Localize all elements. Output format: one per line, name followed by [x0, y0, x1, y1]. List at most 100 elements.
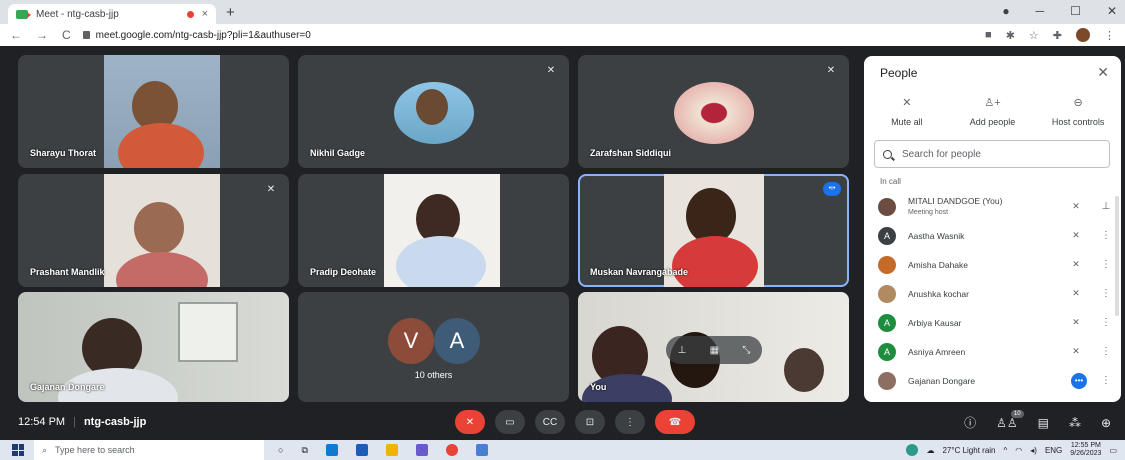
leave-call-button[interactable]: ☎ [655, 410, 695, 434]
people-search-input[interactable]: Search for people [874, 140, 1110, 168]
minimize-button[interactable]: ─ [1036, 4, 1045, 18]
camera-status-icon[interactable]: ■ [985, 29, 992, 41]
meeting-code: ntg-casb-jjp [83, 416, 147, 428]
reload-icon[interactable]: C [62, 28, 71, 42]
host-controls-icon[interactable]: ⊕ [1101, 416, 1111, 430]
windows-start-icon[interactable] [12, 444, 24, 456]
app-tray-icon[interactable] [906, 444, 919, 456]
mic-toggle-button[interactable]: ✕ [455, 410, 485, 434]
more-options-icon[interactable]: ⋮ [1101, 375, 1111, 386]
new-tab-button[interactable]: + [226, 4, 235, 21]
host-controls-button[interactable]: ⊖ Host controls [1038, 96, 1118, 127]
edge-icon[interactable] [325, 444, 338, 456]
camera-toggle-button[interactable]: ▭ [495, 410, 525, 434]
bookmark-star-icon[interactable]: ☆ [1029, 29, 1039, 42]
file-explorer-icon[interactable] [385, 444, 398, 456]
list-item[interactable]: A Asniya Amreen ✕ ⋮ [864, 337, 1121, 366]
add-people-button[interactable]: ♙+ Add people [952, 96, 1032, 127]
participant-tile[interactable]: Gajanan Dongare [18, 292, 289, 402]
chat-icon[interactable]: ▤ [1038, 416, 1049, 430]
tab-close-button[interactable]: × [202, 8, 208, 20]
tab-strip: Meet - ntg-casb-jjp × + ● ─ ☐ ✕ [0, 0, 1125, 24]
list-item[interactable]: A Aastha Wasnik ✕ ⋮ [864, 221, 1121, 250]
more-options-icon[interactable]: ⋮ [1101, 317, 1111, 328]
people-button[interactable]: ♙♙ 10 [996, 409, 1024, 430]
speaking-indicator-icon: •ı• [823, 182, 841, 196]
frame-icon[interactable]: ▦ [710, 345, 719, 356]
volume-icon[interactable]: ◂) [1030, 446, 1037, 455]
mail-icon[interactable] [355, 444, 368, 456]
tab-title: Meet - ntg-casb-jjp [36, 8, 119, 20]
participant-tile[interactable]: ✕ Prashant Mandlik [18, 174, 289, 287]
more-options-icon[interactable]: ⋮ [1101, 259, 1111, 270]
taskbar-clock[interactable]: 12:55 PM 9/26/2023 [1070, 442, 1101, 458]
network-icon[interactable]: ◠ [1015, 446, 1022, 455]
minimize-tile-icon[interactable]: ⤡ [742, 345, 750, 356]
others-tile[interactable]: V A 10 others [298, 292, 569, 402]
list-item[interactable]: Anushka kochar ✕ ⋮ [864, 279, 1121, 308]
browser-toolbar: ← → C meet.google.com/ntg-casb-jjp?pli=1… [0, 24, 1125, 46]
list-item[interactable]: A Arbiya Kausar ✕ ⋮ [864, 308, 1121, 337]
panel-scrollbar[interactable] [1115, 196, 1119, 316]
participant-list: MITALI DANDGOE (You) Meeting host ✕ ⊥ A A… [864, 192, 1121, 395]
maximize-button[interactable]: ☐ [1070, 4, 1081, 18]
participant-video [384, 174, 500, 287]
host-controls-label: Host controls [1051, 117, 1105, 127]
list-item[interactable]: Gajanan Dongare ••• ⋮ [864, 366, 1121, 395]
forward-icon[interactable]: → [36, 28, 48, 42]
muted-mic-icon: ✕ [266, 184, 276, 195]
activities-icon[interactable]: ⁂ [1069, 416, 1081, 430]
notifications-icon[interactable]: ▭ [1109, 446, 1117, 455]
extensions-puzzle-icon[interactable]: ✚ [1053, 29, 1062, 42]
chrome-icon[interactable] [445, 444, 458, 456]
participant-tile[interactable]: Pradip Deohate [298, 174, 569, 287]
browser-menu-icon[interactable]: ⋮ [1104, 29, 1115, 42]
mic-status-icon[interactable]: ✱ [1006, 29, 1015, 42]
more-options-icon[interactable]: ⋮ [1101, 230, 1111, 241]
tab-search-icon[interactable]: ● [1002, 4, 1009, 18]
captions-button[interactable]: CC [535, 410, 565, 434]
pin-icon[interactable]: ⊥ [678, 345, 687, 356]
participant-tile[interactable]: ✕ Zarafshan Siddiqui [578, 55, 849, 168]
more-options-button[interactable]: ⋮ [615, 410, 645, 434]
in-call-section-label: In call [880, 177, 901, 186]
weather-text[interactable]: 27°C Light rain [942, 446, 995, 455]
tray-overflow-icon[interactable]: ^ [1004, 446, 1008, 455]
close-panel-button[interactable]: ✕ [1097, 64, 1109, 81]
back-icon[interactable]: ← [10, 28, 22, 42]
nav-buttons: ← → C [10, 28, 71, 42]
task-view-icon[interactable]: ⧉ [301, 445, 307, 456]
close-window-button[interactable]: ✕ [1107, 4, 1117, 18]
address-bar[interactable]: meet.google.com/ntg-casb-jjp?pli=1&authu… [82, 30, 985, 41]
taskbar-search-input[interactable]: ⌕ Type here to search [34, 440, 264, 460]
participant-name: Muskan Navrangabade [590, 267, 689, 277]
more-options-icon[interactable]: ⋮ [1101, 288, 1111, 299]
browser-tab[interactable]: Meet - ntg-casb-jjp × [8, 4, 216, 24]
weather-icon: ☁ [926, 445, 935, 455]
more-options-icon[interactable]: ⋮ [1101, 346, 1111, 357]
muted-mic-icon: ✕ [1072, 201, 1080, 211]
profile-avatar[interactable] [1076, 28, 1090, 42]
self-tile[interactable]: ⊥ ▦ ⤡ ✕ You [578, 292, 849, 402]
person-name: Amisha Dahake [908, 259, 969, 270]
list-item[interactable]: Amisha Dahake ✕ ⋮ [864, 250, 1121, 279]
participant-tile[interactable]: •ı• Muskan Navrangabade [578, 174, 849, 287]
participant-tile[interactable]: ✕ Nikhil Gadge [298, 55, 569, 168]
present-screen-button[interactable]: ⊡ [575, 410, 605, 434]
clock-time: 12:55 PM [1070, 442, 1101, 449]
lock-icon [82, 31, 90, 39]
meeting-details-icon[interactable]: ⓘ [964, 414, 976, 431]
recording-dot-icon [186, 10, 194, 18]
meeting-side-controls: ⓘ ♙♙ 10 ▤ ⁂ ⊕ [964, 409, 1111, 431]
participant-tile[interactable]: Sharayu Thorat [18, 55, 289, 168]
mute-all-button[interactable]: ✕ Mute all [867, 96, 947, 127]
pin-person-icon[interactable]: ⊥ [1101, 201, 1111, 212]
language-indicator[interactable]: ENG [1045, 446, 1062, 455]
cortana-icon[interactable]: ○ [278, 445, 283, 455]
list-item[interactable]: MITALI DANDGOE (You) Meeting host ✕ ⊥ [864, 192, 1121, 221]
taskbar-search-placeholder: Type here to search [55, 445, 135, 455]
participant-video [104, 55, 220, 168]
meeting-time: 12:54 PM [18, 416, 66, 428]
store-icon[interactable] [415, 444, 428, 456]
photos-icon[interactable] [475, 444, 488, 456]
